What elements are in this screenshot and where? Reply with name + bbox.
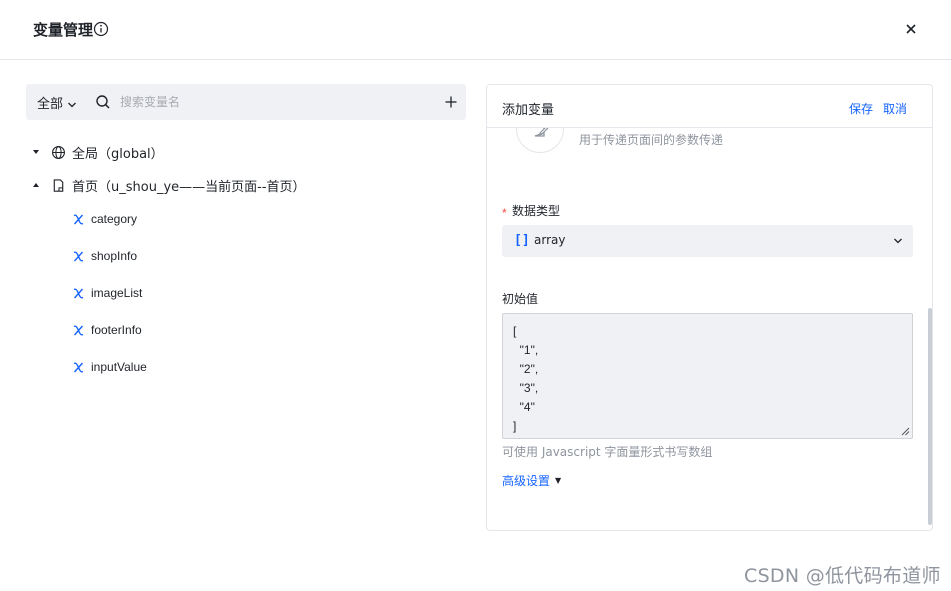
initial-value-label: 初始值 — [502, 292, 539, 306]
advanced-settings-label: 高级设置 — [502, 474, 551, 488]
close-icon[interactable] — [902, 20, 920, 38]
array-bracket-icon: [] — [514, 233, 530, 248]
required-mark: * — [502, 206, 507, 220]
tree-node-label: 首页（u_shou_ye——当前页面--首页） — [72, 179, 306, 195]
caret-down-icon: ▼ — [555, 476, 562, 485]
chevron-down-icon — [68, 102, 76, 107]
variable-x-icon — [73, 325, 84, 335]
scrollbar-thumb[interactable] — [928, 308, 932, 525]
variable-name: imageList — [91, 286, 143, 300]
caret-expanded-icon[interactable] — [31, 180, 41, 190]
add-variable-form: 用于传递页面间的参数传递 添加变量 保存 取消 * 数据类型 [] array … — [486, 84, 933, 531]
globe-icon — [52, 145, 65, 159]
variable-x-icon — [73, 362, 84, 372]
data-type-label: 数据类型 — [512, 204, 561, 218]
variable-description: 用于传递页面间的参数传递 — [579, 133, 724, 147]
variable-x-icon — [73, 288, 84, 298]
variable-item-footerinfo[interactable]: footerInfo — [72, 320, 142, 340]
initial-value-hint: 可使用 Javascript 字面量形式书写数组 — [502, 445, 713, 459]
add-variable-icon[interactable] — [443, 94, 459, 110]
search-input[interactable] — [120, 90, 420, 114]
page-icon — [53, 178, 64, 192]
tree-node-label: 全局（global） — [72, 146, 164, 162]
cancel-button[interactable]: 取消 — [883, 100, 907, 117]
form-header: 添加变量 保存 取消 — [487, 85, 932, 128]
variable-name: footerInfo — [91, 323, 142, 337]
data-type-value: array — [534, 233, 566, 247]
form-title: 添加变量 — [502, 103, 555, 118]
variable-x-icon — [73, 214, 84, 224]
dialog-header: 变量管理 — [0, 0, 951, 60]
chevron-down-icon — [894, 238, 902, 244]
variable-item-imagelist[interactable]: imageList — [72, 283, 142, 303]
search-icon — [96, 95, 110, 109]
variable-name: shopInfo — [91, 249, 138, 263]
watermark: CSDN @低代码布道师 — [744, 565, 941, 587]
variable-management-dialog: 变量管理 全部 全局（global） — [0, 0, 951, 591]
info-icon[interactable] — [93, 21, 109, 37]
scope-select[interactable]: 全部 — [37, 93, 77, 112]
tree-node-global[interactable]: 全局（global） — [31, 141, 164, 163]
tree-node-page[interactable]: 首页（u_shou_ye——当前页面--首页） — [31, 174, 306, 196]
resize-grip-icon[interactable] — [900, 426, 910, 436]
caret-collapsed-icon[interactable] — [31, 147, 41, 157]
variable-item-inputvalue[interactable]: inputValue — [72, 357, 147, 377]
variable-x-icon — [73, 251, 84, 261]
variable-name: inputValue — [91, 360, 147, 374]
initial-value-textarea[interactable]: [ "1", "2", "3", "4" ] — [502, 313, 913, 439]
dialog-title: 变量管理 — [33, 21, 94, 39]
data-type-select[interactable]: [] array — [502, 225, 913, 257]
variable-item-category[interactable]: category — [72, 209, 137, 229]
variable-item-shopinfo[interactable]: shopInfo — [72, 246, 137, 266]
scope-select-value: 全部 — [37, 97, 64, 112]
advanced-settings-toggle[interactable]: 高级设置 ▼ — [502, 472, 561, 489]
variable-name: category — [91, 212, 138, 226]
variable-search-bar: 全部 — [26, 84, 466, 120]
save-button[interactable]: 保存 — [849, 100, 873, 117]
